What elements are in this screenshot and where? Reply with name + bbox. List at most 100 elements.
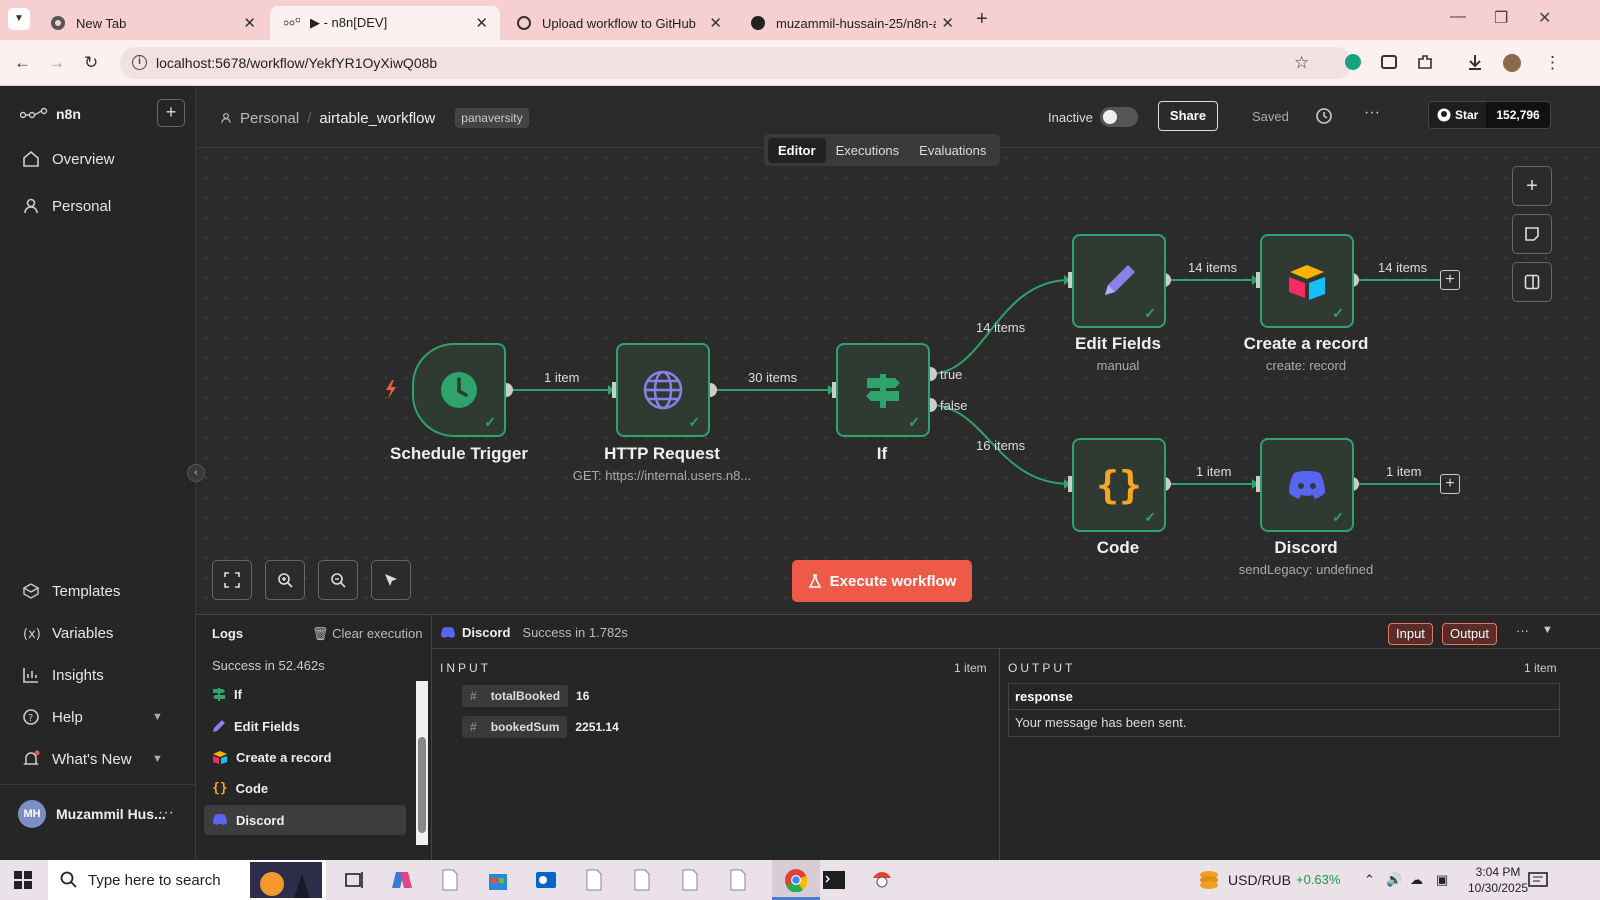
profile-avatar[interactable] [1502,53,1522,73]
more-options-icon[interactable]: ··· [1364,104,1380,122]
n8n-logo[interactable]: n8n [20,106,81,122]
sidebar-item-overview[interactable]: Overview [22,150,115,168]
add-node-after-discord[interactable]: + [1440,474,1460,494]
extension-icon[interactable] [1380,53,1400,73]
fit-view-button[interactable] [212,560,252,600]
user-more-icon[interactable]: ··· [158,804,174,822]
ticker-label[interactable]: USD/RUB [1228,872,1291,888]
create-new-button[interactable]: + [157,99,185,127]
restore-icon[interactable]: ❐ [1494,8,1508,28]
node-discord[interactable]: ✓ [1260,438,1354,532]
workflow-canvas[interactable]: Editor Executions Evaluations 1 item 30 … [187,134,1600,614]
zoom-in-button[interactable] [265,560,305,600]
close-tab-icon[interactable]: ✕ [243,14,256,32]
minimize-icon[interactable]: — [1450,8,1466,26]
sidebar-item-help[interactable]: ? Help ▼ [22,708,163,726]
execute-workflow-button[interactable]: Execute workflow [792,560,972,602]
file-icon[interactable] [438,868,462,892]
field-key[interactable]: # bookedSum [462,716,568,738]
collapse-sidebar-button[interactable]: ‹ [187,464,205,482]
taskbar-clock[interactable]: 3:04 PM 10/30/2025 [1468,864,1528,896]
url-input[interactable]: i localhost:5678/workflow/YekfYR1OyXiwQ0… [120,47,1352,79]
github-star-button[interactable]: Star 152,796 [1428,101,1551,129]
success-check-icon: ✓ [1144,509,1156,525]
bookmark-star-icon[interactable]: ☆ [1294,53,1309,73]
grammarly-icon[interactable] [1344,53,1364,73]
node-code[interactable]: {} ✓ [1072,438,1166,532]
collapse-logs-icon[interactable]: ▼ [1542,624,1553,636]
output-toggle-button[interactable]: Output [1442,623,1498,645]
close-tab-icon[interactable]: ✕ [709,14,722,32]
browser-tab-github-upload[interactable]: Upload workflow to GitHub ✕ [502,6,734,40]
file-icon[interactable] [726,868,750,892]
back-icon[interactable]: ← [14,53,31,73]
logs-more-icon[interactable]: ··· [1516,623,1529,638]
browser-tab-github-repo[interactable]: muzammil-hussain-25/n8n-airt ✕ [736,6,966,40]
add-node-after-airtable[interactable]: + [1440,270,1460,290]
edge-label: 14 items [1378,260,1428,275]
log-item-code[interactable]: {} Code [204,773,406,803]
add-node-button[interactable]: + [1512,166,1552,206]
toggle-panel-button[interactable] [1512,262,1552,302]
sticky-note-button[interactable] [1512,214,1552,254]
node-http-request[interactable]: ✓ [616,343,710,437]
history-icon[interactable] [1314,106,1334,126]
notification-icon[interactable] [1528,872,1548,890]
logs-scrollbar[interactable] [416,681,428,845]
node-create-record[interactable]: ✓ [1260,234,1354,328]
zoom-out-button[interactable] [318,560,358,600]
sidebar-item-variables[interactable]: (x) Variables [22,624,113,643]
active-toggle[interactable] [1100,107,1138,127]
new-tab-icon[interactable]: + [976,8,988,31]
sidebar-item-whats-new[interactable]: What's New ▼ [22,750,163,768]
node-schedule-trigger[interactable]: ✓ [412,343,506,437]
browser-tab-new-tab[interactable]: New Tab ✕ [36,6,268,40]
field-key[interactable]: # totalBooked [462,685,569,707]
close-tab-icon[interactable]: ✕ [941,14,954,32]
taskbar-search-input[interactable]: Type here to search [48,860,326,900]
file-icon[interactable] [678,868,702,892]
log-item-create-record[interactable]: Create a record [204,742,406,772]
file-icon[interactable] [582,868,606,892]
reload-icon[interactable]: ↻ [84,53,98,73]
log-item-edit-fields[interactable]: Edit Fields [204,711,406,741]
onedrive-icon[interactable]: ☁ [1410,872,1423,888]
network-icon[interactable]: ▣ [1436,872,1448,888]
outlook-icon[interactable] [534,868,558,892]
node-if[interactable]: ✓ [836,343,930,437]
browser-menu-icon[interactable]: ⋮ [1544,53,1561,73]
store-icon[interactable] [486,868,510,892]
workflow-tag[interactable]: panaversity [455,108,529,128]
share-button[interactable]: Share [1158,101,1218,131]
snipping-tool-icon[interactable] [870,868,894,892]
input-toggle-button[interactable]: Input [1388,623,1433,645]
browser-tab-n8n[interactable]: ▶ - n8n[DEV] ✕ [270,6,500,40]
task-view-icon[interactable] [342,868,366,892]
volume-icon[interactable]: 🔊 [1386,872,1402,888]
workflow-name[interactable]: airtable_workflow [319,110,435,127]
sidebar-item-templates[interactable]: Templates [22,582,120,600]
puzzle-icon[interactable] [1416,53,1436,73]
tab-search-menu[interactable]: ▼ [8,8,30,30]
sidebar-item-insights[interactable]: Insights [22,666,104,684]
project-link[interactable]: Personal [240,110,299,127]
site-info-icon[interactable]: i [132,55,147,70]
sidebar-item-personal[interactable]: Personal [22,197,111,215]
download-icon[interactable] [1466,53,1486,73]
clear-execution-button[interactable]: 🗑 Clear execution [312,626,422,642]
log-item-if[interactable]: If [204,679,406,709]
forward-icon[interactable]: → [48,53,65,73]
copilot-icon[interactable] [390,868,414,892]
scrollbar-thumb[interactable] [418,737,426,833]
user-menu[interactable]: MH Muzammil Hus... [18,800,166,828]
show-hidden-icons[interactable]: ⌃ [1364,872,1375,888]
chrome-taskbar-button[interactable] [772,860,820,900]
terminal-icon[interactable] [822,868,846,892]
tidy-up-button[interactable] [371,560,411,600]
node-edit-fields[interactable]: ✓ [1072,234,1166,328]
file-icon[interactable] [630,868,654,892]
close-window-icon[interactable]: ✕ [1538,8,1551,28]
close-tab-icon[interactable]: ✕ [475,14,488,32]
log-item-discord[interactable]: Discord [204,805,406,835]
windows-start-icon[interactable] [14,871,32,889]
